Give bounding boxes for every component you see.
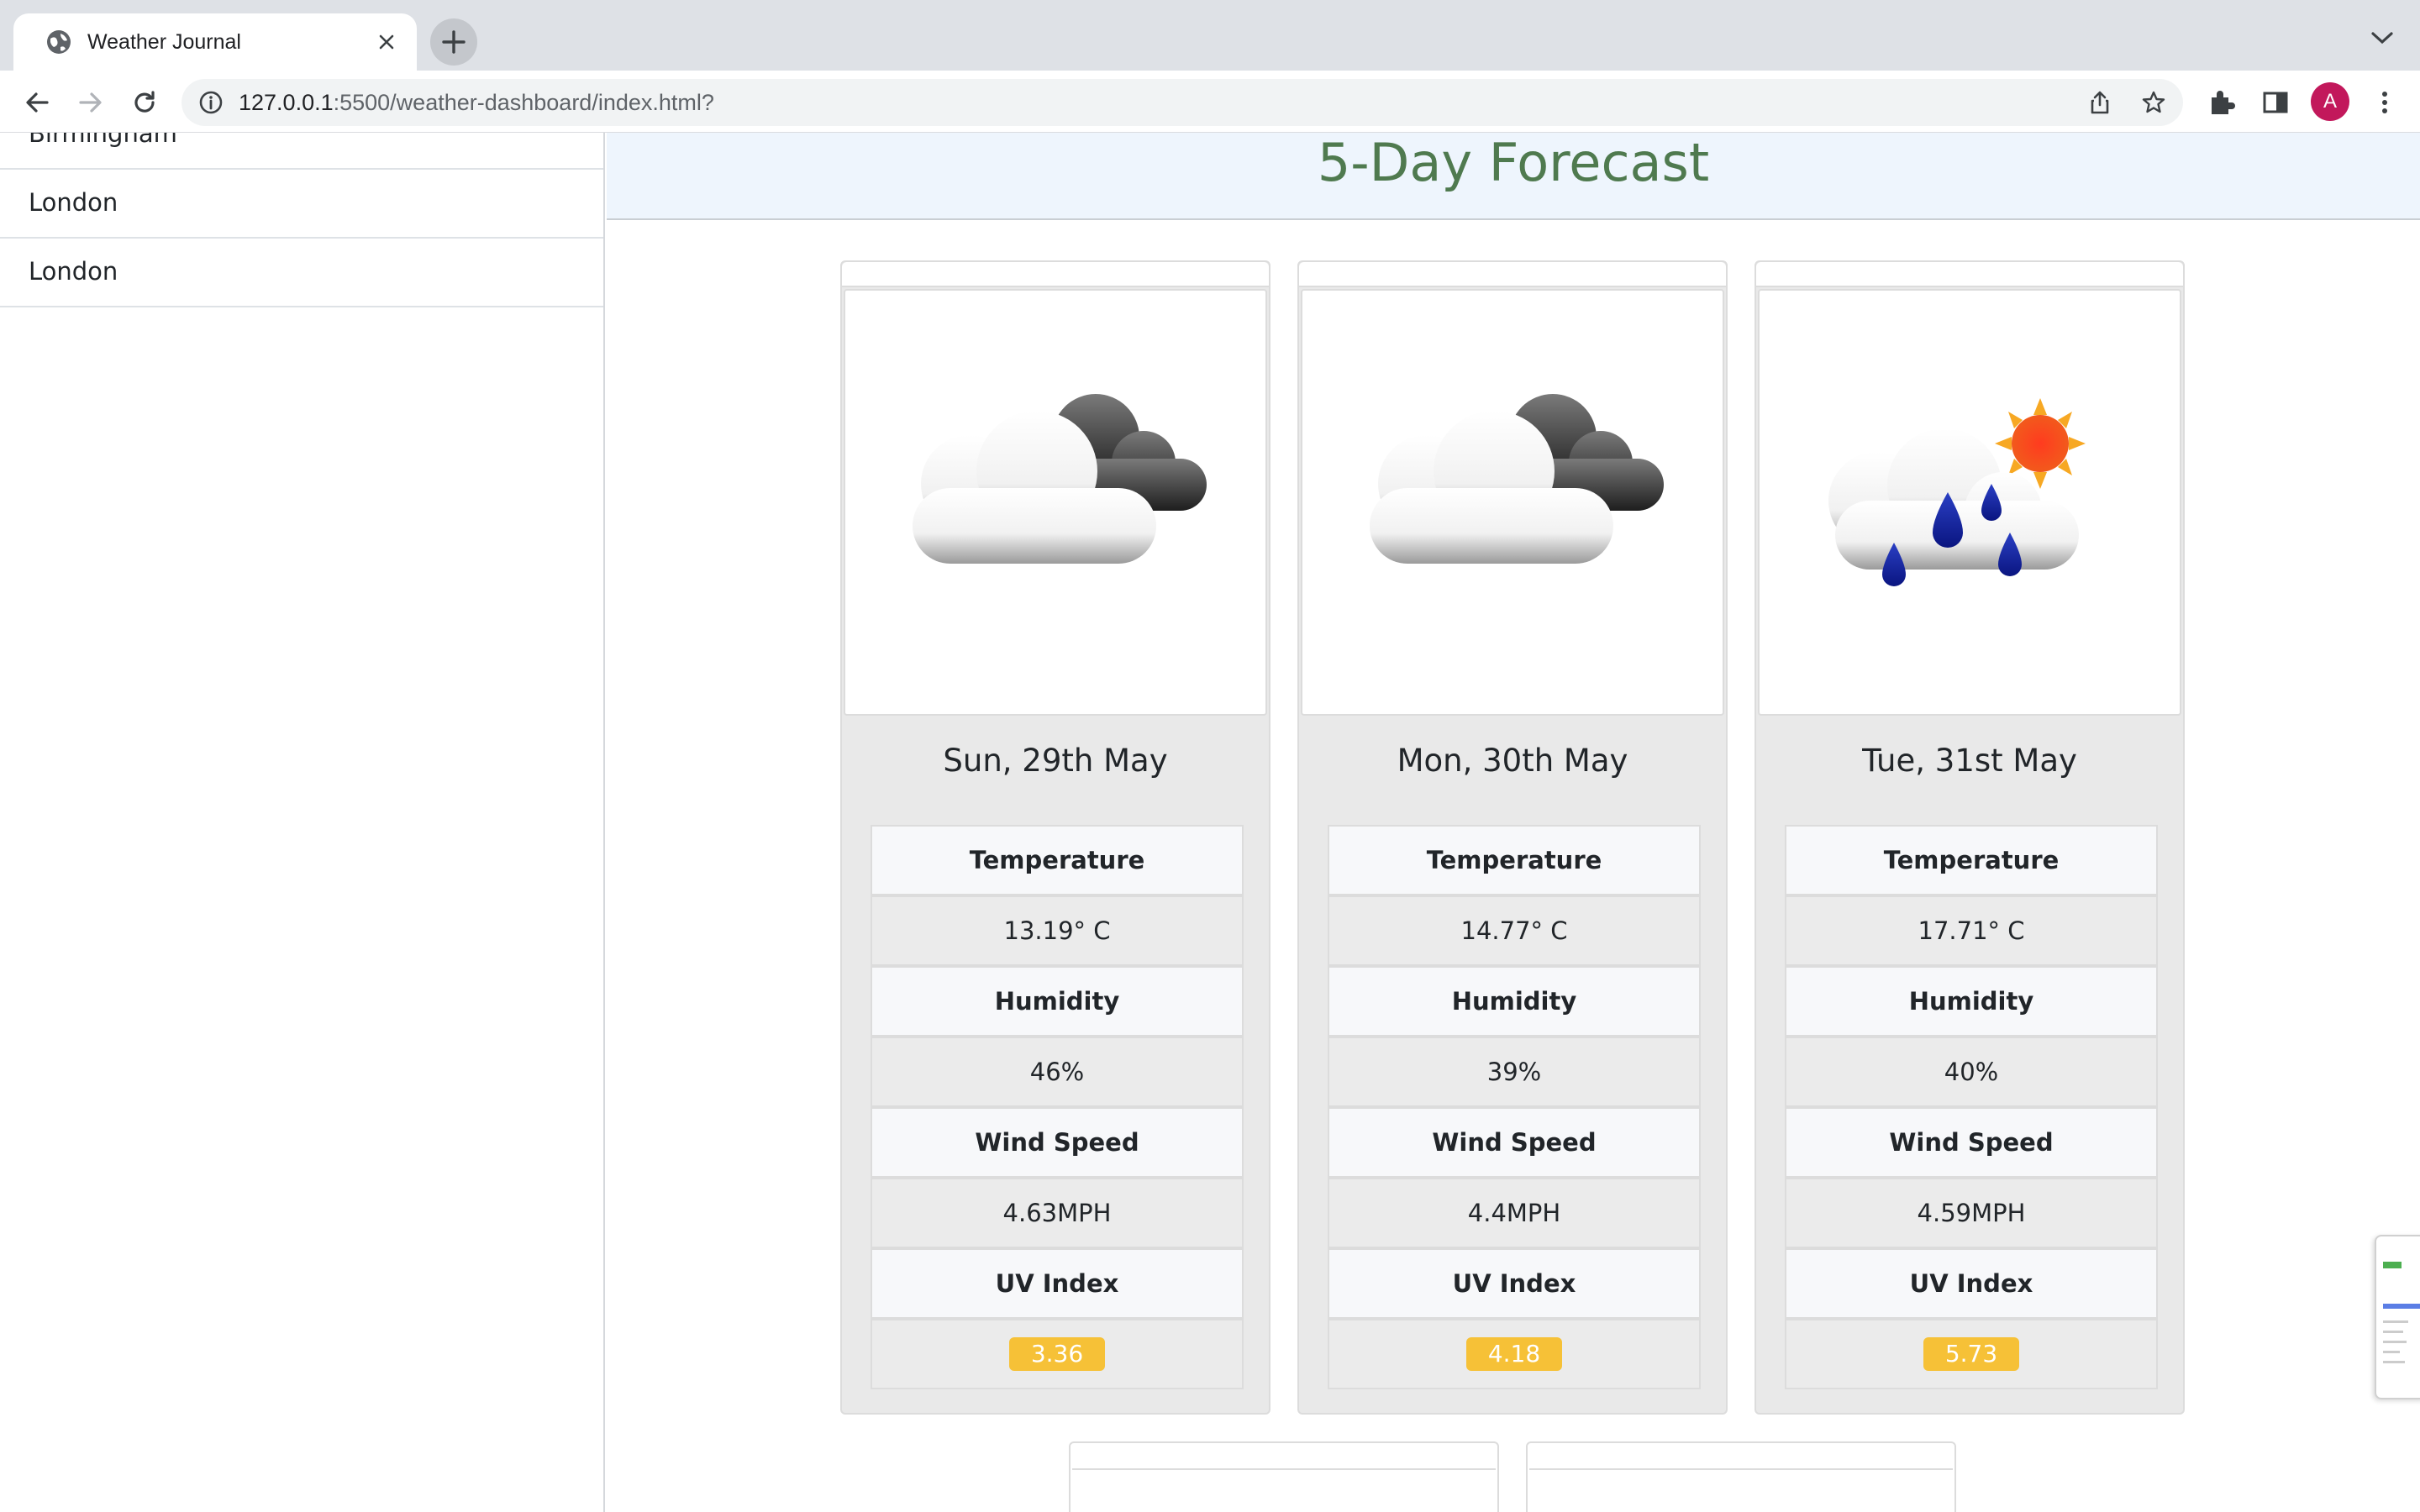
temperature-value: 17.71° C — [1785, 895, 2158, 966]
temperature-label: Temperature — [1328, 825, 1701, 895]
history-item[interactable]: Birmingham — [0, 133, 603, 170]
card-header — [1756, 262, 2183, 287]
chevron-down-icon[interactable] — [2368, 29, 2396, 47]
page-viewport: Birmingham London London 5-Day Forecast — [0, 133, 2420, 1512]
globe-icon — [47, 30, 71, 54]
thumbnail-preview-icon — [2383, 1262, 2420, 1363]
forecast-header: 5-Day Forecast — [607, 133, 2420, 220]
uv-index-label: UV Index — [1785, 1248, 2158, 1319]
url-path: :5500/weather-dashboard/index.html? — [333, 90, 714, 115]
screenshot-thumbnail[interactable] — [2375, 1235, 2420, 1399]
back-arrow-icon[interactable] — [20, 86, 54, 119]
address-bar[interactable]: 127.0.0.1:5500/weather-dashboard/index.h… — [182, 79, 2183, 126]
humidity-label: Humidity — [871, 966, 1244, 1037]
plus-icon — [442, 30, 466, 54]
forecast-main: 5-Day Forecast Sun, 29th May Temperature… — [607, 133, 2420, 1512]
wind-speed-value: 4.63MPH — [871, 1178, 1244, 1248]
humidity-value: 40% — [1785, 1037, 2158, 1107]
history-item[interactable]: London — [0, 239, 603, 307]
forecast-title: 5-Day Forecast — [1317, 133, 1710, 193]
wind-speed-label: Wind Speed — [871, 1107, 1244, 1178]
forecast-card: Sun, 29th May Temperature 13.19° C Humid… — [840, 260, 1270, 1415]
weather-image — [1529, 1468, 1953, 1512]
wind-speed-label: Wind Speed — [1785, 1107, 2158, 1178]
url-host: 127.0.0.1 — [239, 90, 334, 115]
card-date: Tue, 31st May — [1862, 743, 2077, 779]
temperature-label: Temperature — [1785, 825, 2158, 895]
weather-image — [1301, 289, 1724, 716]
uv-index-cell: 4.18 — [1328, 1319, 1701, 1389]
rain-sun-icon — [1828, 398, 2086, 586]
bookmark-star-icon[interactable] — [2141, 90, 2166, 115]
forecast-card — [1069, 1441, 1499, 1512]
weather-image — [1758, 289, 2181, 716]
card-date: Mon, 30th May — [1397, 743, 1628, 779]
temperature-value: 14.77° C — [1328, 895, 1701, 966]
new-tab-button[interactable] — [430, 18, 477, 66]
humidity-value: 46% — [871, 1037, 1244, 1107]
info-icon[interactable] — [198, 90, 224, 115]
weather-image — [844, 289, 1267, 716]
uv-index-badge: 3.36 — [1008, 1337, 1106, 1371]
history-item[interactable]: London — [0, 170, 603, 239]
forecast-card: Mon, 30th May Temperature 14.77° C Humid… — [1297, 260, 1728, 1415]
uv-index-cell: 3.36 — [871, 1319, 1244, 1389]
humidity-label: Humidity — [1785, 966, 2158, 1037]
forward-arrow-icon[interactable] — [74, 86, 108, 119]
wind-speed-value: 4.59MPH — [1785, 1178, 2158, 1248]
uv-index-badge: 5.73 — [1923, 1337, 2020, 1371]
card-date: Sun, 29th May — [943, 743, 1168, 779]
wind-speed-label: Wind Speed — [1328, 1107, 1701, 1178]
temperature-value: 13.19° C — [871, 895, 1244, 966]
uv-index-cell: 5.73 — [1785, 1319, 2158, 1389]
humidity-label: Humidity — [1328, 966, 1701, 1037]
tab-title: Weather Journal — [87, 30, 241, 54]
profile-avatar[interactable]: A — [2311, 82, 2349, 121]
browser-toolbar: 127.0.0.1:5500/weather-dashboard/index.h… — [0, 71, 2420, 133]
close-icon[interactable] — [375, 30, 398, 54]
forecast-card — [1526, 1441, 1956, 1512]
reload-icon[interactable] — [128, 86, 161, 119]
share-icon[interactable] — [2087, 90, 2112, 115]
browser-window: Weather Journal 127.0.0.1:5500/weather-d… — [0, 0, 2420, 1512]
wind-speed-value: 4.4MPH — [1328, 1178, 1701, 1248]
tab-weather-journal[interactable]: Weather Journal — [13, 13, 417, 71]
search-history-sidebar: Birmingham London London — [0, 133, 605, 1512]
weather-image — [1072, 1468, 1496, 1512]
cloudy-icon — [1370, 394, 1664, 564]
more-menu-icon[interactable] — [2368, 86, 2402, 119]
uv-index-badge: 4.18 — [1465, 1337, 1563, 1371]
side-panel-icon[interactable] — [2259, 86, 2292, 119]
cloudy-icon — [913, 394, 1207, 564]
temperature-label: Temperature — [871, 825, 1244, 895]
uv-index-label: UV Index — [1328, 1248, 1701, 1319]
forecast-card: Tue, 31st May Temperature 17.71° C Humid… — [1754, 260, 2185, 1415]
extensions-puzzle-icon[interactable] — [2205, 86, 2238, 119]
tab-strip: Weather Journal — [0, 0, 2420, 71]
card-header — [1299, 262, 1726, 287]
url-text: 127.0.0.1:5500/weather-dashboard/index.h… — [239, 89, 714, 116]
humidity-value: 39% — [1328, 1037, 1701, 1107]
uv-index-label: UV Index — [871, 1248, 1244, 1319]
card-header — [842, 262, 1269, 287]
